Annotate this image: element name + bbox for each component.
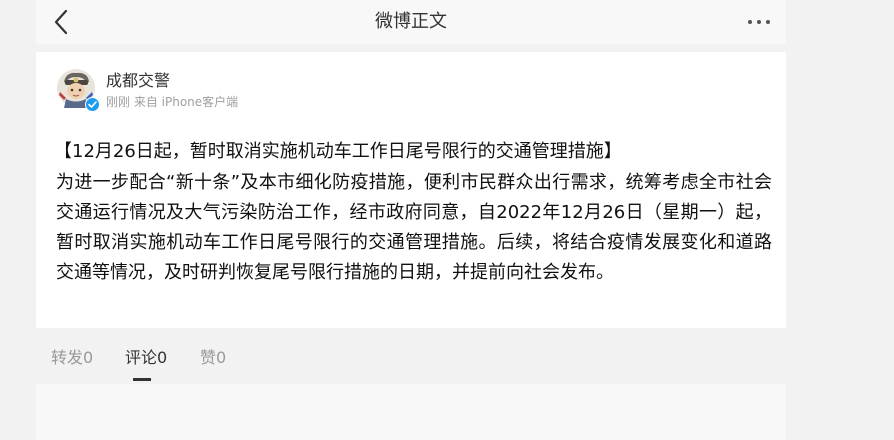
verified-badge-icon bbox=[85, 97, 100, 112]
post-title: 【12月26日起，暂时取消实施机动车工作日尾号限行的交通管理措施】 bbox=[54, 141, 622, 162]
active-tab-indicator bbox=[133, 378, 151, 381]
more-dots-icon bbox=[748, 20, 770, 24]
tab-likes[interactable]: 赞0 bbox=[200, 346, 226, 370]
more-button[interactable] bbox=[746, 10, 772, 34]
post-meta: 刚刚 来自 iPhone客户端 bbox=[106, 94, 238, 110]
tab-comments-label: 评论 bbox=[125, 348, 158, 367]
interaction-tab-bar: 转发0 评论0 赞0 bbox=[36, 336, 786, 382]
post-card: 成都交警 刚刚 来自 iPhone客户端 【12月26日起，暂时取消实施机动车工… bbox=[36, 52, 786, 328]
tab-reposts-count: 0 bbox=[83, 348, 94, 367]
weibo-detail-page: 微博正文 成都交警 刚刚 来自 iPhone客户端 【12月26日起，暂时取消实… bbox=[36, 0, 786, 440]
tab-comments-count: 0 bbox=[157, 348, 168, 367]
tab-likes-count: 0 bbox=[216, 348, 227, 367]
tab-reposts-label: 转发 bbox=[51, 348, 84, 367]
post-time: 刚刚 bbox=[106, 95, 131, 109]
tab-reposts[interactable]: 转发0 bbox=[51, 346, 93, 370]
top-nav-bar: 微博正文 bbox=[36, 0, 786, 44]
post-source: 来自 iPhone客户端 bbox=[133, 95, 239, 109]
tab-likes-label: 赞 bbox=[200, 348, 217, 367]
tab-comments[interactable]: 评论0 bbox=[125, 346, 167, 370]
comment-list bbox=[36, 384, 786, 440]
page-title: 微博正文 bbox=[375, 11, 447, 32]
author-name[interactable]: 成都交警 bbox=[106, 70, 170, 92]
author-avatar[interactable] bbox=[56, 68, 100, 112]
post-body: 为进一步配合“新十条”及本市细化防疫措施，便利市民群众出行需求，统筹考虑全市社会… bbox=[56, 172, 772, 283]
